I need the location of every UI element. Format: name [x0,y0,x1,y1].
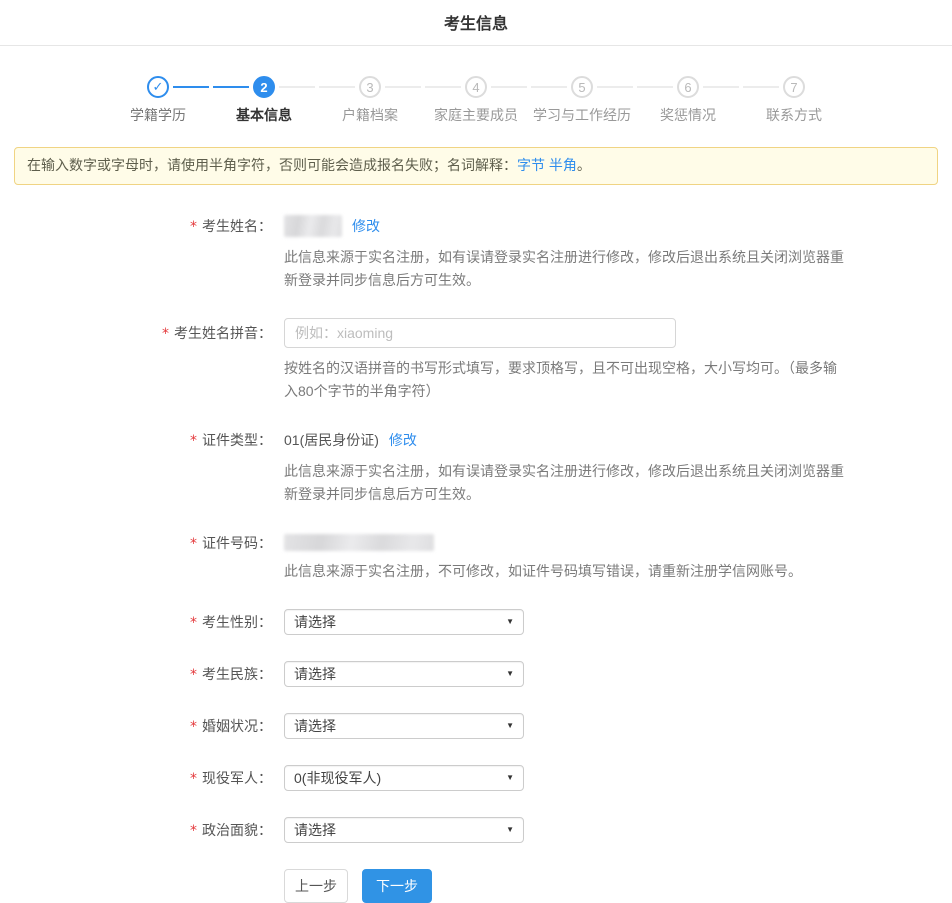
ethnicity-select[interactable]: 请选择 ▼ [284,661,524,687]
step-3-label: 户籍档案 [317,105,423,125]
page-title: 考生信息 [444,16,508,33]
marital-status-label: *婚姻状况： [0,713,272,740]
step-7-number: 7 [783,76,805,98]
name-pinyin-helper: 按姓名的汉语拼音的书写形式填写，要求顶格写，且不可出现空格，大小写均可。（最多输… [284,357,849,403]
id-type-value: 01(居民身份证) [284,429,379,451]
id-number-redacted [284,534,434,551]
political-status-select[interactable]: 请选择 ▼ [284,817,524,843]
marital-status-select[interactable]: 请选择 ▼ [284,713,524,739]
dropdown-arrow-icon: ▼ [506,618,514,626]
form-actions: 上一步 下一步 [284,869,952,903]
required-mark: * [190,433,197,449]
id-type-helper: 此信息来源于实名注册，如有误请登录实名注册进行修改，修改后退出系统且关闭浏览器重… [284,460,849,506]
field-row-name-pinyin: *考生姓名拼音： 按姓名的汉语拼音的书写形式填写，要求顶格写，且不可出现空格，大… [0,318,952,403]
step-3-household: 3 户籍档案 [317,76,423,125]
step-3-number: 3 [359,76,381,98]
name-pinyin-label: *考生姓名拼音： [0,318,272,349]
military-status-label: *现役军人： [0,765,272,792]
next-step-button[interactable]: 下一步 [362,869,432,903]
step-6-rewards: 6 奖惩情况 [635,76,741,125]
candidate-name-helper: 此信息来源于实名注册，如有误请登录实名注册进行修改，修改后退出系统且关闭浏览器重… [284,246,849,292]
military-status-select[interactable]: 0(非现役军人) ▼ [284,765,524,791]
step-1-check-icon: ✓ [147,76,169,98]
candidate-name-label: *考生姓名： [0,215,272,238]
step-4-label: 家庭主要成员 [423,105,529,125]
field-row-gender: *考生性别： 请选择 ▼ [0,609,952,636]
notice-suffix: 。 [577,157,591,173]
step-2-basic-info: 2 基本信息 [211,76,317,125]
required-mark: * [190,667,197,683]
step-7-contact: 7 联系方式 [741,76,847,125]
required-mark: * [190,536,197,552]
dropdown-arrow-icon: ▼ [506,826,514,834]
step-5-number: 5 [571,76,593,98]
step-6-number: 6 [677,76,699,98]
wizard-stepper: ✓ 学籍学历 2 基本信息 3 户籍档案 4 家庭主要成员 5 学习与工作经历 … [105,76,847,125]
ethnicity-select-value: 请选择 [294,664,336,684]
required-mark: * [190,219,197,235]
step-5-label: 学习与工作经历 [529,105,635,125]
military-status-select-value: 0(非现役军人) [294,768,381,788]
page-header: 考生信息 [0,0,952,46]
dropdown-arrow-icon: ▼ [506,774,514,782]
required-mark: * [190,615,197,631]
glossary-link-halfwidth[interactable]: 半角 [549,157,577,173]
step-4-family: 4 家庭主要成员 [423,76,529,125]
glossary-link-byte[interactable]: 字节 [517,157,545,173]
required-mark: * [162,326,169,342]
name-pinyin-input[interactable] [284,318,676,348]
field-row-id-type: *证件类型： 01(居民身份证) 修改 此信息来源于实名注册，如有误请登录实名注… [0,429,952,506]
field-row-ethnicity: *考生民族： 请选择 ▼ [0,661,952,688]
marital-status-select-value: 请选择 [294,716,336,736]
candidate-info-form: *考生姓名： 修改 此信息来源于实名注册，如有误请登录实名注册进行修改，修改后退… [0,215,952,903]
dropdown-arrow-icon: ▼ [506,722,514,730]
gender-label: *考生性别： [0,609,272,636]
field-row-political-status: *政治面貌： 请选择 ▼ [0,817,952,844]
step-6-label: 奖惩情况 [635,105,741,125]
id-number-label: *证件号码： [0,532,272,555]
gender-select[interactable]: 请选择 ▼ [284,609,524,635]
field-row-candidate-name: *考生姓名： 修改 此信息来源于实名注册，如有误请登录实名注册进行修改，修改后退… [0,215,952,292]
step-1-label: 学籍学历 [105,105,211,125]
id-type-label: *证件类型： [0,429,272,452]
political-status-label: *政治面貌： [0,817,272,844]
required-mark: * [190,719,197,735]
political-status-select-value: 请选择 [294,820,336,840]
field-row-marital-status: *婚姻状况： 请选择 ▼ [0,713,952,740]
candidate-name-redacted [284,215,342,237]
edit-name-link[interactable]: 修改 [352,215,380,237]
gender-select-value: 请选择 [294,612,336,632]
step-1-student-status: ✓ 学籍学历 [105,76,211,125]
notice-text: 在输入数字或字母时，请使用半角字符，否则可能会造成报名失败；名词解释： [27,157,517,173]
step-7-label: 联系方式 [741,105,847,125]
step-4-number: 4 [465,76,487,98]
previous-step-button[interactable]: 上一步 [284,869,348,903]
step-2-label: 基本信息 [211,105,317,125]
field-row-id-number: *证件号码： 此信息来源于实名注册，不可修改，如证件号码填写错误，请重新注册学信… [0,532,952,583]
field-row-military-status: *现役军人： 0(非现役军人) ▼ [0,765,952,792]
required-mark: * [190,823,197,839]
id-number-helper: 此信息来源于实名注册，不可修改，如证件号码填写错误，请重新注册学信网账号。 [284,560,802,583]
dropdown-arrow-icon: ▼ [506,670,514,678]
step-2-number: 2 [253,76,275,98]
step-5-experience: 5 学习与工作经历 [529,76,635,125]
ethnicity-label: *考生民族： [0,661,272,688]
halfwidth-notice-banner: 在输入数字或字母时，请使用半角字符，否则可能会造成报名失败；名词解释：字节 半角… [14,147,938,185]
required-mark: * [190,771,197,787]
edit-id-type-link[interactable]: 修改 [389,429,417,451]
